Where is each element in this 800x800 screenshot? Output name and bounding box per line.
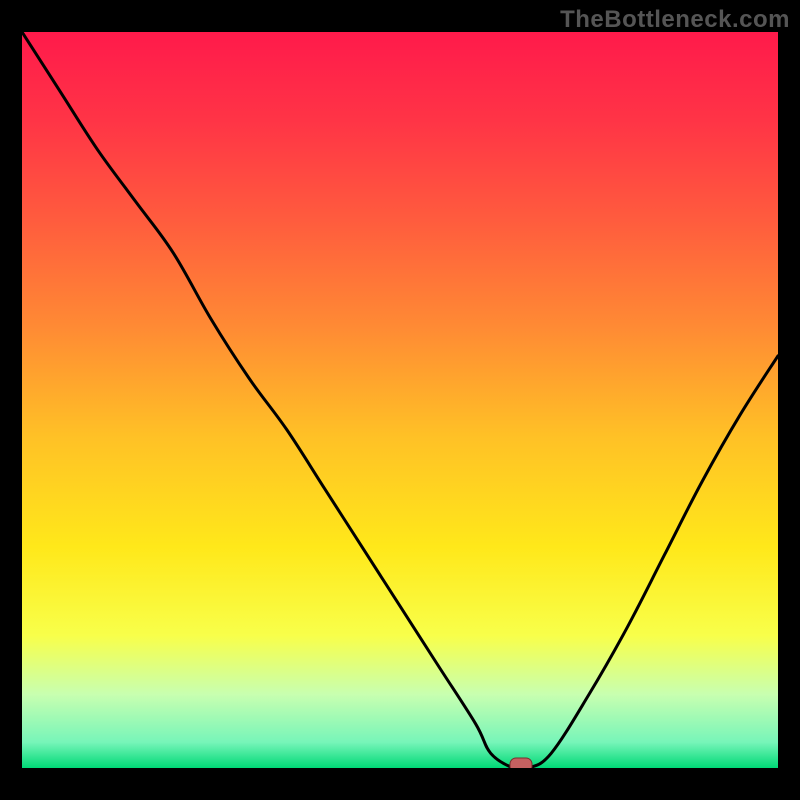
plot-area — [22, 32, 778, 768]
gradient-background — [22, 32, 778, 768]
bottleneck-chart — [22, 32, 778, 768]
chart-frame: TheBottleneck.com — [0, 0, 800, 800]
optimal-marker — [510, 758, 532, 768]
watermark-text: TheBottleneck.com — [560, 6, 790, 34]
